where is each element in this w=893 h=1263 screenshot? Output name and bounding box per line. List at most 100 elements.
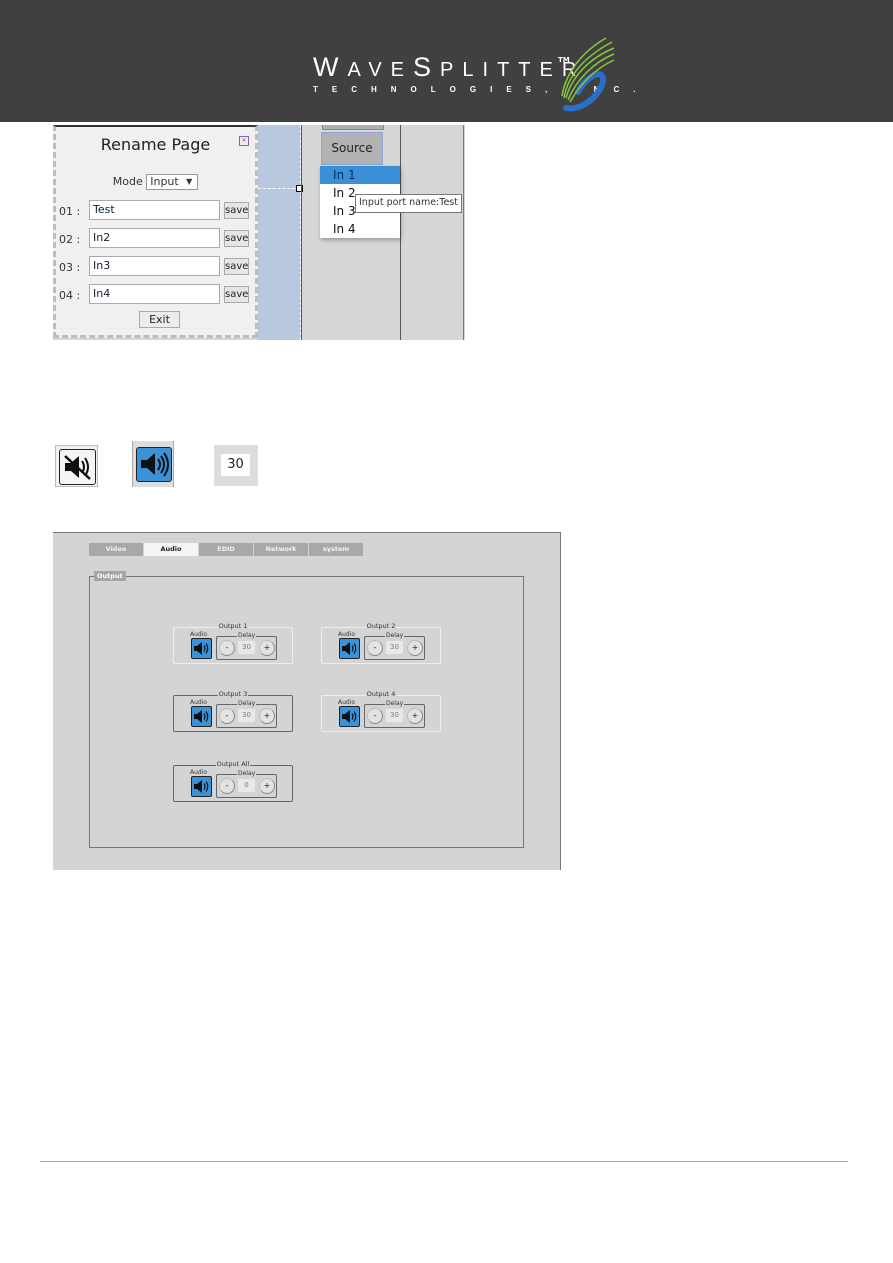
audio-label: Audio bbox=[190, 769, 208, 776]
row-index: 03 : bbox=[59, 261, 81, 274]
footer-divider bbox=[40, 1161, 848, 1162]
output-fieldset: Output Output 1 Audio Delay -30 + Output 2 Aud… bbox=[89, 571, 524, 848]
audio-label: Audio bbox=[338, 699, 356, 706]
delay-control: Delay -0 + bbox=[216, 770, 277, 798]
brand-letter: S bbox=[413, 52, 441, 82]
audio-control: Audio bbox=[338, 631, 362, 660]
delay-label: Delay bbox=[237, 632, 257, 639]
output-title: Output 3 bbox=[174, 690, 292, 698]
output-title-text: Output All bbox=[215, 760, 251, 768]
name-input-1[interactable]: Test bbox=[89, 200, 220, 220]
audio-toggle-button[interactable] bbox=[339, 638, 360, 659]
name-row: 03 : In3 save bbox=[56, 256, 255, 278]
port-name-tooltip: Input port name:Test bbox=[355, 194, 462, 213]
mode-row: Mode Input ▼ bbox=[56, 174, 255, 190]
selection-guide bbox=[258, 188, 300, 189]
page-header: WAVESPLITTER TECHNOLOGIES, INC. TM bbox=[0, 0, 893, 122]
source-option[interactable]: In 1 bbox=[320, 166, 400, 184]
delay-decrease-button[interactable]: - bbox=[367, 640, 383, 656]
delay-decrease-button[interactable]: - bbox=[219, 708, 235, 724]
output-group: Output 4 Audio Delay -30 + bbox=[321, 690, 441, 732]
delay-decrease-button[interactable]: - bbox=[367, 708, 383, 724]
speaker-on-icon bbox=[136, 447, 172, 482]
mode-select[interactable]: Input ▼ bbox=[146, 174, 199, 190]
row-index: 04 : bbox=[59, 289, 81, 302]
name-row: 04 : In4 save bbox=[56, 284, 255, 306]
speaker-muted-glyph bbox=[64, 455, 91, 480]
source-option[interactable]: In 4 bbox=[320, 220, 400, 238]
speaker-on-icon bbox=[340, 710, 359, 730]
output-group: Output 3 Audio Delay -30 + bbox=[173, 690, 293, 732]
close-icon[interactable]: ✕ bbox=[239, 136, 249, 146]
audio-label: Audio bbox=[338, 631, 356, 638]
mode-label: Mode bbox=[112, 175, 143, 188]
delay-value-sample: 30 bbox=[214, 445, 258, 486]
unmute-button-sample bbox=[132, 441, 174, 487]
delay-control: Delay -30 + bbox=[216, 632, 277, 660]
delay-decrease-button[interactable]: - bbox=[219, 778, 235, 794]
brand-letters: AVE bbox=[347, 59, 414, 81]
delay-value: 30 bbox=[386, 709, 403, 722]
tab-network[interactable]: Network bbox=[254, 543, 308, 556]
delay-increase-button[interactable]: + bbox=[407, 640, 423, 656]
save-button-2[interactable]: save bbox=[224, 230, 249, 247]
delay-value: 0 bbox=[238, 779, 255, 792]
delay-increase-button[interactable]: + bbox=[259, 778, 275, 794]
audio-control: Audio bbox=[338, 699, 362, 728]
fieldset-legend: Output bbox=[94, 571, 126, 581]
source-button[interactable]: Source bbox=[321, 132, 383, 165]
tab-video[interactable]: Video bbox=[89, 543, 143, 556]
audio-toggle-button[interactable] bbox=[191, 638, 212, 659]
output-group: Output 1 Audio Delay -30 + bbox=[173, 622, 293, 664]
speaker-on-icon bbox=[192, 710, 211, 730]
delay-control: Delay -30 + bbox=[364, 700, 425, 728]
dialog-title: Rename Page bbox=[100, 135, 211, 154]
delay-label: Delay bbox=[237, 700, 257, 707]
brand-letter: W bbox=[313, 52, 348, 82]
tab-audio[interactable]: Audio bbox=[144, 543, 198, 556]
speaker-on-icon bbox=[192, 642, 211, 662]
exit-button[interactable]: Exit bbox=[139, 311, 180, 328]
delay-decrease-button[interactable]: - bbox=[219, 640, 235, 656]
delay-value: 30 bbox=[221, 454, 250, 476]
audio-control: Audio bbox=[190, 769, 214, 798]
audio-toggle-button[interactable] bbox=[339, 706, 360, 727]
audio-toggle-button[interactable] bbox=[191, 776, 212, 797]
delay-label: Delay bbox=[237, 770, 257, 777]
mute-button-sample bbox=[55, 445, 98, 487]
save-button-4[interactable]: save bbox=[224, 286, 249, 303]
delay-value: 30 bbox=[386, 641, 403, 654]
tab-stub bbox=[322, 125, 384, 130]
divider bbox=[463, 125, 464, 340]
delay-control: Delay -30 + bbox=[364, 632, 425, 660]
dropdown-arrow-icon: ▼ bbox=[186, 177, 193, 186]
rename-page-dialog: Rename Page ✕ Mode Input ▼ 01 : Test save… bbox=[53, 125, 258, 338]
delay-increase-button[interactable]: + bbox=[407, 708, 423, 724]
name-input-4[interactable]: In4 bbox=[89, 284, 220, 304]
mode-value: Input bbox=[150, 175, 179, 188]
name-input-2[interactable]: In2 bbox=[89, 228, 220, 248]
name-input-3[interactable]: In3 bbox=[89, 256, 220, 276]
settings-tabs: Video Audio EDID Network system bbox=[89, 543, 364, 556]
output-title-text: Output 3 bbox=[217, 690, 249, 698]
save-button-3[interactable]: save bbox=[224, 258, 249, 275]
output-title-text: Output 2 bbox=[365, 622, 397, 630]
output-group: Output All Audio Delay -0 + bbox=[173, 760, 293, 802]
delay-increase-button[interactable]: + bbox=[259, 640, 275, 656]
rename-screenshot: Rename Page ✕ Mode Input ▼ 01 : Test save… bbox=[53, 125, 465, 340]
output-title: Output All bbox=[174, 760, 292, 768]
audio-control: Audio bbox=[190, 699, 214, 728]
delay-label: Delay bbox=[385, 700, 405, 707]
save-button-1[interactable]: save bbox=[224, 202, 249, 219]
delay-increase-button[interactable]: + bbox=[259, 708, 275, 724]
tab-system[interactable]: system bbox=[309, 543, 363, 556]
audio-toggle-button[interactable] bbox=[191, 706, 212, 727]
divider bbox=[301, 125, 302, 340]
speaker-on-glyph bbox=[141, 452, 169, 477]
output-title: Output 2 bbox=[322, 622, 440, 630]
speaker-on-icon bbox=[192, 780, 211, 800]
audio-control: Audio bbox=[190, 631, 214, 660]
audio-label: Audio bbox=[190, 631, 208, 638]
tab-edid[interactable]: EDID bbox=[199, 543, 253, 556]
name-row: 02 : In2 save bbox=[56, 228, 255, 250]
